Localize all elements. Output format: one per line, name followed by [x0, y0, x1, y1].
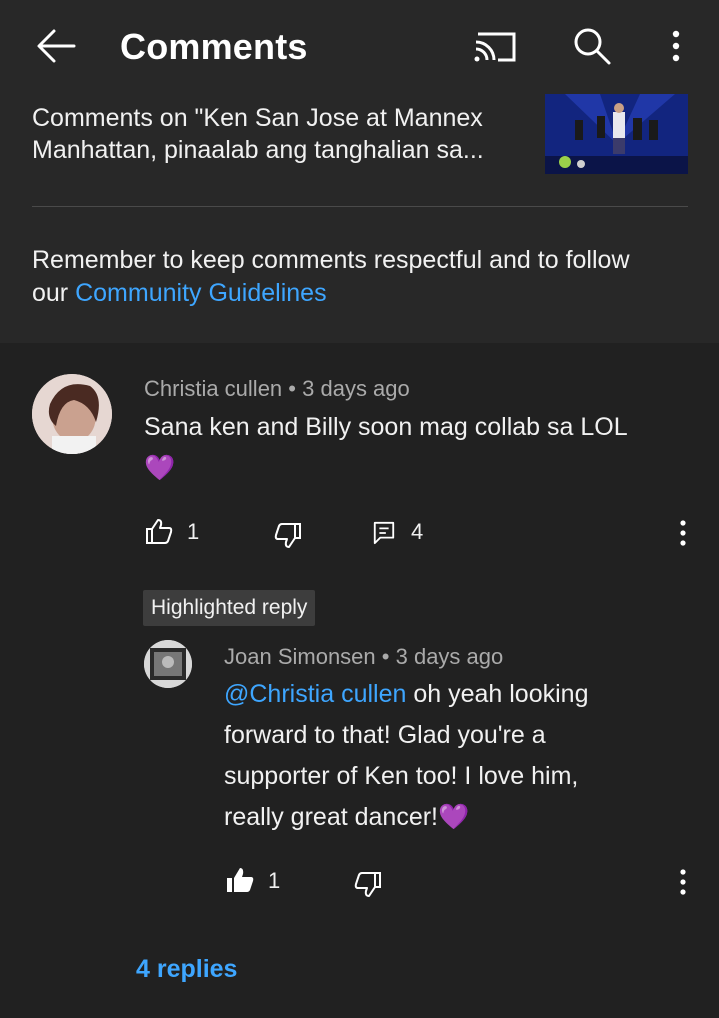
dislike-icon[interactable] — [354, 871, 382, 899]
like-count: 1 — [187, 519, 200, 544]
meta-separator: • — [381, 644, 390, 669]
mention-link[interactable]: @Christia cullen — [224, 680, 406, 708]
like-filled-icon[interactable] — [226, 866, 254, 894]
reply-more-icon[interactable] — [678, 867, 688, 897]
comment-meta: Christia cullen • 3 days ago — [144, 376, 410, 402]
reply-meta: Joan Simonsen • 3 days ago — [224, 644, 503, 670]
reply-avatar[interactable] — [144, 640, 192, 688]
app-bar: Comments — [0, 0, 719, 94]
divider — [32, 206, 688, 207]
reply-like-count: 1 — [268, 868, 281, 893]
comments-header: Comments on "Ken San Jose at Mannex Manh… — [0, 94, 719, 343]
cast-icon[interactable] — [472, 28, 518, 64]
like-icon[interactable] — [145, 517, 173, 545]
comment-author[interactable]: Christia cullen — [144, 376, 282, 401]
guidelines-notice: Remember to keep comments respectful and… — [32, 244, 672, 310]
back-arrow-icon[interactable] — [36, 28, 76, 64]
avatar[interactable] — [32, 374, 112, 454]
video-thumbnail[interactable] — [545, 94, 688, 174]
view-replies-link[interactable]: 4 replies — [136, 955, 237, 984]
reply-author[interactable]: Joan Simonsen — [224, 644, 376, 669]
comment-time: 3 days ago — [302, 376, 410, 401]
page-title: Comments — [120, 26, 308, 67]
avatar-image — [32, 374, 112, 454]
comment-body: Sana ken and Billy soon mag collab sa LO… — [144, 413, 628, 441]
thumbnail-image — [545, 94, 688, 174]
dislike-icon[interactable] — [274, 522, 302, 550]
reply-time: 3 days ago — [395, 644, 504, 669]
reply-icon[interactable] — [372, 520, 396, 546]
comment-text: Sana ken and Billy soon mag collab sa LO… — [144, 407, 704, 489]
purple-heart-emoji: 💜 — [438, 803, 470, 831]
comment-more-icon[interactable] — [678, 518, 688, 548]
reply-text: @Christia cullen oh yeah looking forward… — [224, 674, 644, 838]
purple-heart-emoji: 💜 — [144, 454, 176, 482]
video-title: Comments on "Ken San Jose at Mannex Manh… — [32, 104, 484, 164]
community-guidelines-link[interactable]: Community Guidelines — [75, 279, 327, 307]
search-icon[interactable] — [572, 26, 612, 66]
more-vert-icon[interactable] — [666, 26, 686, 66]
meta-separator: • — [288, 376, 296, 401]
highlighted-reply-badge: Highlighted reply — [143, 590, 316, 626]
reply-avatar-image — [144, 640, 192, 688]
reply-count: 4 — [411, 519, 424, 544]
